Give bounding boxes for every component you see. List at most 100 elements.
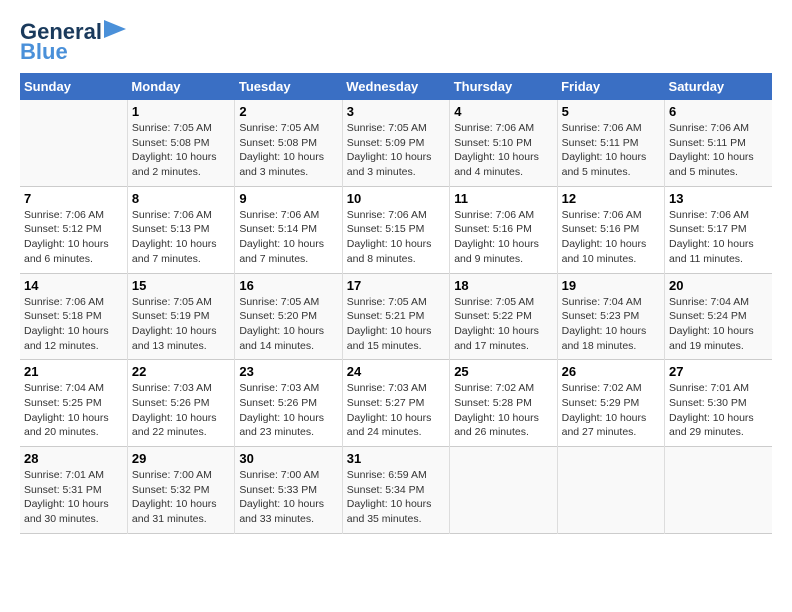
daylight-label: Daylight: 10 hours and 29 minutes. [669,412,754,439]
sunset-label: Sunset: 5:27 PM [347,397,425,409]
day-number: 13 [669,191,768,206]
calendar-cell: 29 Sunrise: 7:00 AM Sunset: 5:32 PM Dayl… [127,447,234,534]
day-info: Sunrise: 7:06 AM Sunset: 5:11 PM Dayligh… [562,121,660,180]
day-info: Sunrise: 7:03 AM Sunset: 5:27 PM Dayligh… [347,381,445,440]
calendar-cell: 20 Sunrise: 7:04 AM Sunset: 5:24 PM Dayl… [665,273,772,360]
calendar-table: SundayMondayTuesdayWednesdayThursdayFrid… [20,73,772,534]
calendar-cell: 7 Sunrise: 7:06 AM Sunset: 5:12 PM Dayli… [20,186,127,273]
daylight-label: Daylight: 10 hours and 3 minutes. [239,151,324,178]
day-info: Sunrise: 7:01 AM Sunset: 5:30 PM Dayligh… [669,381,768,440]
calendar-cell: 27 Sunrise: 7:01 AM Sunset: 5:30 PM Dayl… [665,360,772,447]
sunrise-label: Sunrise: 7:06 AM [454,209,534,221]
day-number: 8 [132,191,230,206]
day-info: Sunrise: 7:06 AM Sunset: 5:11 PM Dayligh… [669,121,768,180]
day-info: Sunrise: 7:04 AM Sunset: 5:25 PM Dayligh… [24,381,123,440]
sunset-label: Sunset: 5:34 PM [347,484,425,496]
sunrise-label: Sunrise: 7:02 AM [562,382,642,394]
sunrise-label: Sunrise: 7:06 AM [562,122,642,134]
daylight-label: Daylight: 10 hours and 22 minutes. [132,412,217,439]
calendar-cell: 18 Sunrise: 7:05 AM Sunset: 5:22 PM Dayl… [450,273,557,360]
calendar-cell: 9 Sunrise: 7:06 AM Sunset: 5:14 PM Dayli… [235,186,342,273]
calendar-cell: 16 Sunrise: 7:05 AM Sunset: 5:20 PM Dayl… [235,273,342,360]
day-info: Sunrise: 7:06 AM Sunset: 5:17 PM Dayligh… [669,208,768,267]
day-info: Sunrise: 7:04 AM Sunset: 5:23 PM Dayligh… [562,295,660,354]
day-number: 25 [454,364,552,379]
daylight-label: Daylight: 10 hours and 8 minutes. [347,238,432,265]
day-info: Sunrise: 7:02 AM Sunset: 5:29 PM Dayligh… [562,381,660,440]
sunrise-label: Sunrise: 7:06 AM [239,209,319,221]
daylight-label: Daylight: 10 hours and 6 minutes. [24,238,109,265]
calendar-cell [450,447,557,534]
sunrise-label: Sunrise: 7:06 AM [347,209,427,221]
calendar-cell: 15 Sunrise: 7:05 AM Sunset: 5:19 PM Dayl… [127,273,234,360]
sunrise-label: Sunrise: 7:05 AM [347,122,427,134]
daylight-label: Daylight: 10 hours and 11 minutes. [669,238,754,265]
day-info: Sunrise: 7:05 AM Sunset: 5:22 PM Dayligh… [454,295,552,354]
daylight-label: Daylight: 10 hours and 10 minutes. [562,238,647,265]
page-header: General Blue [20,20,772,63]
sunrise-label: Sunrise: 7:06 AM [24,209,104,221]
daylight-label: Daylight: 10 hours and 3 minutes. [347,151,432,178]
sunrise-label: Sunrise: 7:00 AM [132,469,212,481]
day-info: Sunrise: 7:06 AM Sunset: 5:15 PM Dayligh… [347,208,445,267]
daylight-label: Daylight: 10 hours and 31 minutes. [132,498,217,525]
sunset-label: Sunset: 5:18 PM [24,310,102,322]
sunset-label: Sunset: 5:16 PM [562,223,640,235]
sunrise-label: Sunrise: 7:04 AM [24,382,104,394]
day-info: Sunrise: 7:05 AM Sunset: 5:19 PM Dayligh… [132,295,230,354]
sunset-label: Sunset: 5:33 PM [239,484,317,496]
calendar-cell: 3 Sunrise: 7:05 AM Sunset: 5:09 PM Dayli… [342,100,449,186]
day-number: 31 [347,451,445,466]
calendar-cell: 28 Sunrise: 7:01 AM Sunset: 5:31 PM Dayl… [20,447,127,534]
sunrise-label: Sunrise: 7:05 AM [239,296,319,308]
day-number: 10 [347,191,445,206]
sunrise-label: Sunrise: 7:04 AM [669,296,749,308]
day-number: 24 [347,364,445,379]
day-info: Sunrise: 7:00 AM Sunset: 5:33 PM Dayligh… [239,468,337,527]
day-info: Sunrise: 7:01 AM Sunset: 5:31 PM Dayligh… [24,468,123,527]
daylight-label: Daylight: 10 hours and 4 minutes. [454,151,539,178]
calendar-cell: 4 Sunrise: 7:06 AM Sunset: 5:10 PM Dayli… [450,100,557,186]
day-number: 26 [562,364,660,379]
day-number: 30 [239,451,337,466]
day-info: Sunrise: 7:06 AM Sunset: 5:10 PM Dayligh… [454,121,552,180]
day-info: Sunrise: 7:02 AM Sunset: 5:28 PM Dayligh… [454,381,552,440]
sunset-label: Sunset: 5:26 PM [239,397,317,409]
day-info: Sunrise: 7:06 AM Sunset: 5:14 PM Dayligh… [239,208,337,267]
sunset-label: Sunset: 5:19 PM [132,310,210,322]
day-info: Sunrise: 7:05 AM Sunset: 5:08 PM Dayligh… [239,121,337,180]
sunset-label: Sunset: 5:31 PM [24,484,102,496]
day-number: 21 [24,364,123,379]
calendar-cell: 26 Sunrise: 7:02 AM Sunset: 5:29 PM Dayl… [557,360,664,447]
day-info: Sunrise: 7:05 AM Sunset: 5:20 PM Dayligh… [239,295,337,354]
sunrise-label: Sunrise: 7:05 AM [454,296,534,308]
sunset-label: Sunset: 5:24 PM [669,310,747,322]
daylight-label: Daylight: 10 hours and 9 minutes. [454,238,539,265]
calendar-cell: 21 Sunrise: 7:04 AM Sunset: 5:25 PM Dayl… [20,360,127,447]
day-info: Sunrise: 7:06 AM Sunset: 5:16 PM Dayligh… [454,208,552,267]
calendar-cell: 10 Sunrise: 7:06 AM Sunset: 5:15 PM Dayl… [342,186,449,273]
day-number: 16 [239,278,337,293]
calendar-cell: 30 Sunrise: 7:00 AM Sunset: 5:33 PM Dayl… [235,447,342,534]
day-number: 2 [239,104,337,119]
sunset-label: Sunset: 5:09 PM [347,137,425,149]
sunrise-label: Sunrise: 7:06 AM [669,122,749,134]
daylight-label: Daylight: 10 hours and 12 minutes. [24,325,109,352]
day-info: Sunrise: 7:00 AM Sunset: 5:32 PM Dayligh… [132,468,230,527]
day-number: 3 [347,104,445,119]
day-info: Sunrise: 7:06 AM Sunset: 5:13 PM Dayligh… [132,208,230,267]
day-number: 11 [454,191,552,206]
day-number: 29 [132,451,230,466]
day-info: Sunrise: 7:03 AM Sunset: 5:26 PM Dayligh… [239,381,337,440]
day-number: 28 [24,451,123,466]
daylight-label: Daylight: 10 hours and 27 minutes. [562,412,647,439]
calendar-cell: 2 Sunrise: 7:05 AM Sunset: 5:08 PM Dayli… [235,100,342,186]
sunrise-label: Sunrise: 7:03 AM [347,382,427,394]
day-number: 27 [669,364,768,379]
sunrise-label: Sunrise: 7:06 AM [669,209,749,221]
calendar-cell: 25 Sunrise: 7:02 AM Sunset: 5:28 PM Dayl… [450,360,557,447]
day-info: Sunrise: 7:06 AM Sunset: 5:12 PM Dayligh… [24,208,123,267]
day-number: 23 [239,364,337,379]
day-number: 4 [454,104,552,119]
day-number: 17 [347,278,445,293]
